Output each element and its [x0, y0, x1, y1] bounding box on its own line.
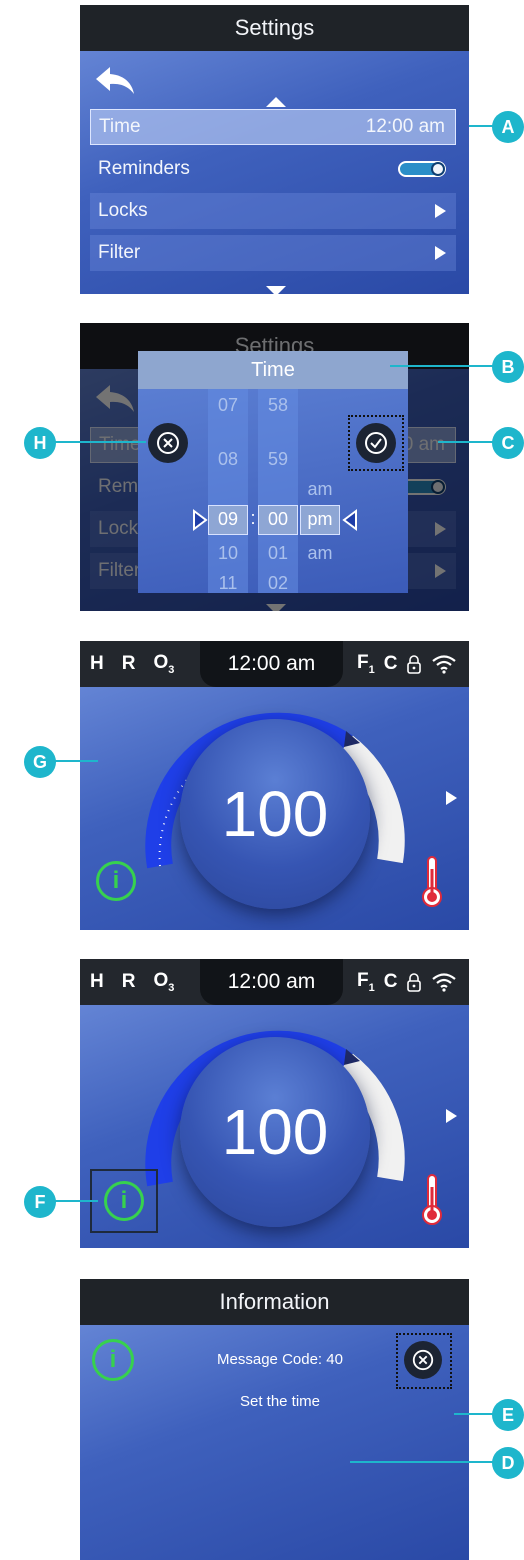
chevron-right-icon [435, 204, 446, 218]
reminder-indicator: R [121, 971, 136, 992]
row-label: Time [99, 116, 141, 137]
callout-badge-f: F [24, 1186, 56, 1218]
information-screen: Information i Message Code: 40 Set the t… [80, 1279, 469, 1560]
reminders-toggle[interactable] [398, 161, 446, 177]
home-screen-info-highlight: H R O3 12:00 am F1 C 100 i [80, 959, 469, 1248]
callout-badge-g: G [24, 746, 56, 778]
time-colon: : [250, 508, 256, 528]
callout-badge-h: H [24, 427, 56, 459]
settings-row-filter[interactable]: Filter [90, 235, 456, 271]
chevron-right-icon[interactable] [446, 1109, 457, 1123]
chevron-right-icon [435, 246, 446, 260]
reminder-indicator: R [121, 653, 136, 674]
ozone-indicator: O3 [153, 970, 175, 994]
minute-value: 02 [267, 573, 289, 593]
unit-indicator: C [383, 653, 398, 674]
callout-badge-e: E [492, 1399, 524, 1431]
time-picker-dialog: Time 07 08 09 10 11 58 59 00 01 02 : am … [138, 351, 408, 593]
time-value: 12:00 am [365, 116, 445, 137]
settings-row-reminders[interactable]: Reminders [90, 151, 456, 187]
message-code: Message Code: 40 [217, 1351, 343, 1368]
ampm-value-selected[interactable]: pm [300, 509, 340, 530]
info-icon[interactable]: i [96, 861, 136, 901]
selector-left-arrow-icon [193, 509, 208, 531]
ampm-value[interactable]: am [300, 543, 340, 564]
minute-value-selected: 00 [267, 509, 289, 529]
settings-row-locks[interactable]: Locks [90, 193, 456, 229]
callout-badge-b: B [492, 351, 524, 383]
message-text: Set the time [239, 1393, 321, 1410]
minute-value: 01 [267, 543, 289, 563]
wifi-icon [432, 973, 457, 992]
heater-indicator: H [90, 971, 104, 992]
filter-indicator: F1 [357, 652, 375, 676]
confirm-highlight-box [348, 415, 404, 471]
hour-value: 11 [218, 573, 238, 593]
row-label: Reminders [98, 158, 190, 179]
scroll-up-arrow-icon[interactable] [266, 97, 286, 107]
lock-icon [407, 973, 422, 992]
chevron-right-icon[interactable] [446, 791, 457, 805]
row-label: Filter [98, 242, 141, 263]
back-arrow-icon[interactable] [94, 63, 138, 97]
info-icon[interactable]: i [104, 1181, 144, 1221]
clock-time[interactable]: 12:00 am [200, 641, 343, 687]
status-bar: H R O3 12:00 am F1 C [80, 641, 469, 687]
minute-value: 58 [267, 395, 289, 415]
hour-value: 10 [217, 543, 239, 563]
settings-screen: Settings Time 12:00 am Reminders Locks F… [80, 5, 469, 294]
minute-value: 59 [267, 449, 289, 469]
wifi-icon [432, 655, 457, 674]
callout-badge-c: C [492, 427, 524, 459]
callout-badge-a: A [492, 111, 524, 143]
ampm-value[interactable]: am [300, 479, 340, 500]
cancel-button[interactable] [148, 423, 188, 463]
temperature-display[interactable]: 100 [180, 1037, 370, 1227]
unit-indicator: C [383, 971, 398, 992]
selector-right-arrow-icon [342, 509, 357, 531]
hour-value: 07 [217, 395, 239, 415]
status-bar: H R O3 12:00 am F1 C [80, 959, 469, 1005]
info-icon: i [92, 1339, 134, 1381]
scroll-down-arrow-icon[interactable] [266, 286, 286, 294]
settings-row-time[interactable]: Time 12:00 am [90, 109, 456, 145]
close-highlight-box [396, 1333, 452, 1389]
temperature-display[interactable]: 100 [180, 719, 370, 909]
callout-badge-d: D [492, 1447, 524, 1479]
home-screen: H R O3 12:00 am F1 C 100 i [80, 641, 469, 930]
hour-value-selected: 09 [217, 509, 239, 529]
lock-icon [407, 655, 422, 674]
clock-time[interactable]: 12:00 am [200, 959, 343, 1005]
hour-value: 08 [217, 449, 239, 469]
callout-line-d [350, 1461, 509, 1463]
dialog-title: Time [138, 351, 408, 389]
row-label: Locks [98, 200, 148, 221]
thermometer-icon [422, 1174, 442, 1225]
filter-indicator: F1 [357, 970, 375, 994]
information-title: Information [80, 1279, 469, 1325]
cancel-x-icon [157, 432, 179, 454]
settings-title: Settings [80, 5, 469, 51]
ozone-indicator: O3 [153, 652, 175, 676]
thermometer-icon [422, 856, 442, 907]
heater-indicator: H [90, 653, 104, 674]
